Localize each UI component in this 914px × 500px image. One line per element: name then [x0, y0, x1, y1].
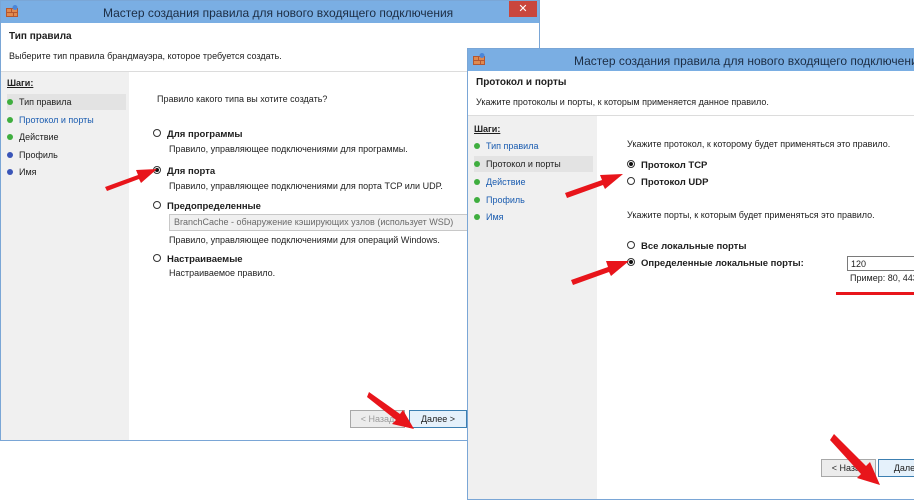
- window-title: Мастер создания правила для нового входя…: [103, 6, 454, 20]
- step-todo-icon: [7, 168, 13, 175]
- step-done-icon: [7, 133, 13, 140]
- red-arrow-icon: [367, 392, 414, 429]
- radio-icon: [153, 129, 161, 138]
- page-subtitle: Укажите протоколы и порты, к которым при…: [476, 97, 769, 107]
- radio-icon: [627, 241, 635, 250]
- step-action[interactable]: Действие: [7, 129, 59, 145]
- red-arrow-icon: [565, 174, 623, 198]
- title-bar: Мастер создания правила для нового входя…: [1, 1, 539, 23]
- option-desc: Правило, управляющее подключениями для о…: [169, 235, 440, 245]
- option-desc: Настраиваемое правило.: [169, 268, 276, 278]
- radio-all-ports[interactable]: Все локальные порты: [627, 241, 746, 252]
- step-done-icon: [474, 178, 480, 185]
- radio-program[interactable]: Для программы: [153, 129, 243, 140]
- steps-panel: Шаги: Тип правила Протокол и порты Дейст…: [1, 72, 129, 440]
- radio-specific-ports[interactable]: Определенные локальные порты:: [627, 258, 804, 269]
- protocol-question: Укажите протокол, к которому будет приме…: [627, 139, 891, 149]
- radio-predefined[interactable]: Предопределенные: [153, 201, 261, 212]
- step-done-icon: [474, 213, 480, 220]
- firewall-app-icon: [473, 53, 485, 65]
- title-bar: Мастер создания правила для нового входя…: [468, 49, 914, 71]
- step-profile[interactable]: Профиль: [7, 147, 58, 163]
- radio-port[interactable]: Для порта: [153, 166, 215, 177]
- predefined-select[interactable]: BranchCache - обнаружение кэширующих узл…: [169, 214, 469, 231]
- red-arrow-icon: [830, 434, 880, 485]
- firewall-app-icon: [6, 5, 18, 17]
- step-done-icon: [474, 142, 480, 149]
- step-name[interactable]: Имя: [7, 164, 37, 180]
- step-done-icon: [474, 196, 480, 203]
- option-desc: Правило, управляющее подключениями для п…: [169, 181, 443, 191]
- steps-label: Шаги:: [474, 124, 501, 134]
- step-action[interactable]: Действие: [474, 174, 526, 190]
- step-rule-type[interactable]: Тип правила: [7, 94, 126, 110]
- red-arrow-icon: [571, 261, 629, 285]
- step-done-icon: [7, 98, 13, 105]
- wizard-header: Тип правила Выберите тип правила брандма…: [1, 23, 539, 72]
- step-done-icon: [474, 160, 480, 167]
- step-protocol-ports[interactable]: Протокол и порты: [7, 112, 94, 128]
- step-name[interactable]: Имя: [474, 209, 504, 225]
- ports-input[interactable]: 120: [847, 256, 914, 271]
- radio-udp[interactable]: Протокол UDP: [627, 177, 708, 188]
- step-todo-icon: [7, 151, 13, 158]
- radio-selected-icon: [627, 160, 635, 169]
- option-desc: Правило, управляющее подключениями для п…: [169, 144, 408, 154]
- step-profile[interactable]: Профиль: [474, 192, 525, 208]
- annotation-underline: [836, 292, 914, 295]
- rule-type-question: Правило какого типа вы хотите создать?: [157, 94, 328, 104]
- page-title: Протокол и порты: [476, 77, 567, 88]
- close-icon: ✕: [518, 3, 528, 15]
- step-rule-type[interactable]: Тип правила: [474, 138, 538, 154]
- close-button[interactable]: ✕: [509, 1, 537, 17]
- ports-question: Укажите порты, к которым будет применять…: [627, 210, 875, 220]
- radio-icon: [627, 177, 635, 186]
- radio-icon: [153, 201, 161, 210]
- radio-tcp[interactable]: Протокол TCP: [627, 160, 707, 171]
- red-arrow-icon: [105, 169, 157, 191]
- radio-icon: [153, 254, 161, 263]
- window-title: Мастер создания правила для нового входя…: [574, 54, 914, 68]
- radio-custom[interactable]: Настраиваемые: [153, 254, 243, 265]
- steps-label: Шаги:: [7, 78, 34, 88]
- wizard-window-rule-type: Мастер создания правила для нового входя…: [0, 0, 540, 441]
- wizard-header: Протокол и порты Укажите протоколы и пор…: [468, 71, 914, 116]
- ports-example: Пример: 80, 443: [850, 273, 914, 283]
- step-done-icon: [7, 116, 13, 123]
- page-subtitle: Выберите тип правила брандмауэра, которо…: [9, 51, 282, 61]
- page-title: Тип правила: [9, 31, 72, 42]
